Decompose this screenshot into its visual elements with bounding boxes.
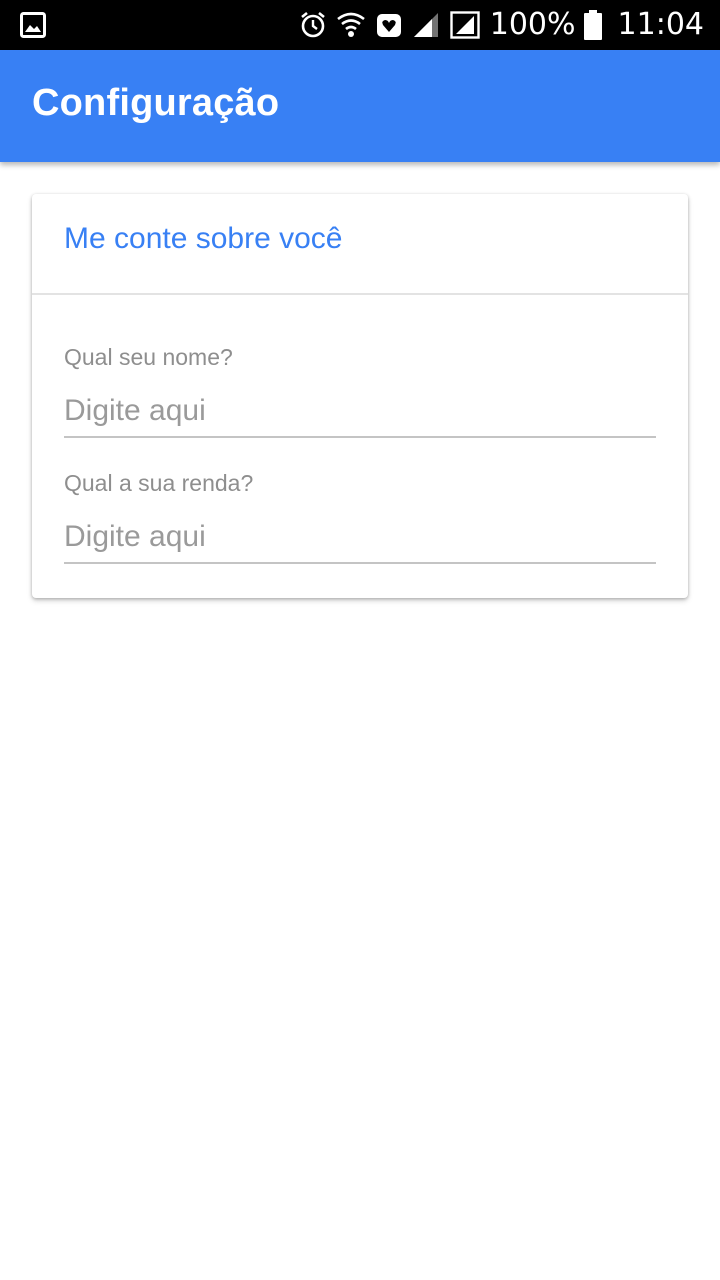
heart-icon xyxy=(376,10,402,40)
signal-sim-icon xyxy=(450,10,480,40)
status-bar: 100% 11:04 xyxy=(0,0,720,50)
card-header: Me conte sobre você xyxy=(32,194,688,295)
page-title: Configuração xyxy=(32,82,280,124)
wifi-icon xyxy=(336,10,366,40)
name-field-label: Qual seu nome? xyxy=(64,344,233,370)
battery-percent: 100% xyxy=(489,7,576,42)
alarm-icon xyxy=(300,10,326,40)
signal-icon xyxy=(412,10,440,40)
income-field-label: Qual a sua renda? xyxy=(64,470,254,496)
clock-time: 11:04 xyxy=(617,7,704,42)
name-field: Qual seu nome? xyxy=(64,344,656,454)
income-input[interactable] xyxy=(64,512,656,564)
card-title: Me conte sobre você xyxy=(64,222,343,255)
income-field: Qual a sua renda? xyxy=(64,470,656,580)
battery-icon xyxy=(583,10,602,40)
app-bar: Configuração xyxy=(0,50,720,162)
name-input[interactable] xyxy=(64,386,656,438)
image-icon xyxy=(20,12,46,38)
profile-card: Me conte sobre você Qual seu nome? Qual … xyxy=(32,194,688,598)
